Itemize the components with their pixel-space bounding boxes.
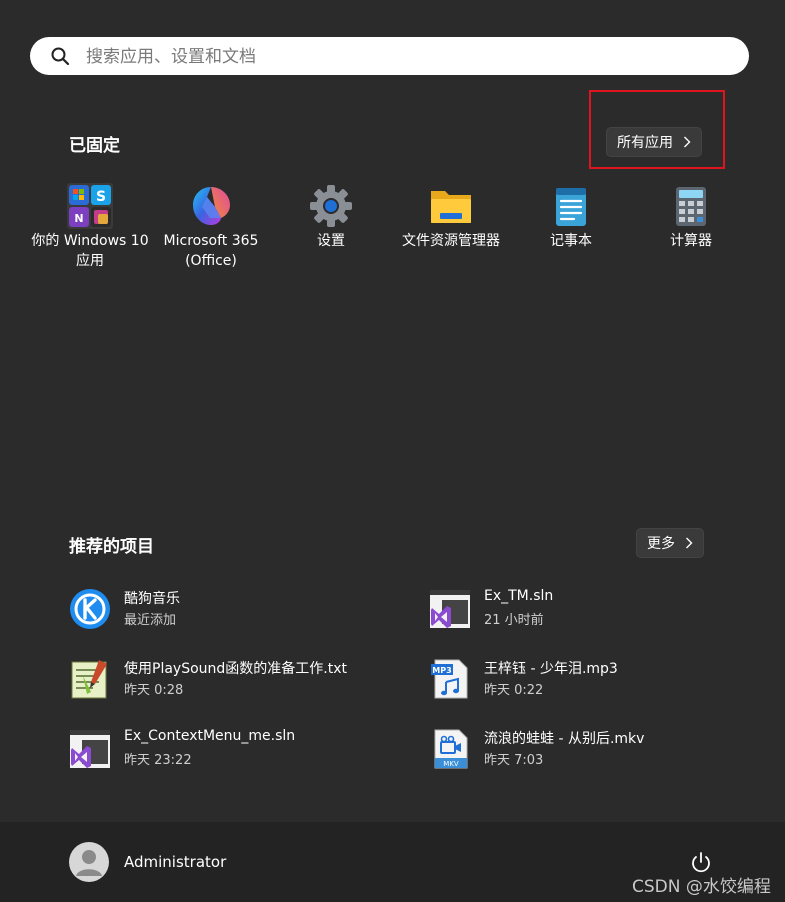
recommended-item-time: 最近添加 xyxy=(124,613,177,628)
recommended-item-kugou[interactable]: 酷狗音乐 最近添加 xyxy=(69,584,399,638)
pinned-app-label: 文件资源管理器 xyxy=(402,233,500,249)
pinned-app-calculator[interactable]: 计算器 xyxy=(631,183,751,251)
user-avatar[interactable] xyxy=(69,842,109,882)
user-icon xyxy=(76,850,102,876)
recommended-item-time: 昨天 7:03 xyxy=(484,753,544,768)
chevron-right-icon xyxy=(684,136,691,148)
pinned-app-microsoft-365[interactable]: Microsoft 365 (Office) xyxy=(151,183,271,271)
pinned-app-label: 设置 xyxy=(317,233,345,249)
text-file-icon xyxy=(71,660,107,699)
recommended-item-time: 昨天 0:28 xyxy=(124,683,184,698)
visual-studio-solution-icon xyxy=(70,730,110,768)
svg-text:MKV: MKV xyxy=(443,760,459,768)
recommended-item-time: 昨天 23:22 xyxy=(124,753,192,768)
recommended-item-time: 21 小时前 xyxy=(484,613,544,628)
windows-10-apps-icon: S N xyxy=(67,183,113,229)
visual-studio-solution-icon xyxy=(430,590,470,628)
recommended-item-ex-contextmenu-sln[interactable]: Ex_ContextMenu_me.sln 昨天 23:22 xyxy=(69,724,399,778)
pinned-app-label-line2: 应用 xyxy=(76,253,104,269)
microsoft-365-icon xyxy=(193,187,230,225)
csdn-watermark: CSDN @水饺编程 xyxy=(632,877,771,897)
start-footer: Administrator CSDN @水饺编程 xyxy=(0,822,785,902)
recommended-item-name: Ex_TM.sln xyxy=(484,588,554,604)
pinned-apps-grid: S N 你的 Windows 10 应用 Microsoft 365 (Offi… xyxy=(30,183,750,283)
file-explorer-icon xyxy=(431,191,471,223)
recommended-item-name: 王梓钰 - 少年泪.mp3 xyxy=(484,661,618,677)
svg-text:S: S xyxy=(96,189,106,205)
pinned-app-label-line2: (Office) xyxy=(185,253,237,269)
pinned-app-notepad[interactable]: 记事本 xyxy=(511,183,631,251)
all-apps-label: 所有应用 xyxy=(617,135,673,151)
notepad-icon xyxy=(556,188,586,226)
recommended-item-mp3[interactable]: MP3 王梓钰 - 少年泪.mp3 昨天 0:22 xyxy=(429,654,759,708)
pinned-app-settings[interactable]: 设置 xyxy=(271,183,391,251)
search-icon xyxy=(51,47,70,66)
more-label: 更多 xyxy=(647,536,675,552)
recommended-item-playsound-txt[interactable]: 使用PlaySound函数的准备工作.txt 昨天 0:28 xyxy=(69,654,399,708)
recommended-item-time: 昨天 0:22 xyxy=(484,683,544,698)
all-apps-button[interactable]: 所有应用 xyxy=(606,127,702,157)
search-box[interactable] xyxy=(30,37,749,75)
recommended-item-mkv[interactable]: MKV 流浪的蛙蛙 - 从别后.mkv 昨天 7:03 xyxy=(429,724,759,778)
pinned-app-label: 记事本 xyxy=(550,233,592,249)
mkv-file-icon: MKV xyxy=(434,729,468,769)
user-name[interactable]: Administrator xyxy=(124,853,226,871)
pinned-app-label: Microsoft 365 xyxy=(163,233,259,249)
more-button[interactable]: 更多 xyxy=(636,528,704,558)
pinned-app-label: 你的 Windows 10 xyxy=(31,233,149,249)
svg-text:N: N xyxy=(74,212,83,225)
recommended-item-ex-tm-sln[interactable]: Ex_TM.sln 21 小时前 xyxy=(429,584,759,638)
chevron-right-icon xyxy=(686,537,693,549)
settings-gear-icon xyxy=(310,185,352,227)
recommended-title: 推荐的项目 xyxy=(69,537,154,557)
recommended-item-name: 流浪的蛙蛙 - 从别后.mkv xyxy=(484,731,645,747)
pinned-app-windows-10-apps[interactable]: S N 你的 Windows 10 应用 xyxy=(30,183,150,271)
recommended-item-name: Ex_ContextMenu_me.sln xyxy=(124,728,296,744)
pinned-app-file-explorer[interactable]: 文件资源管理器 xyxy=(391,183,511,251)
recommended-item-name: 使用PlaySound函数的准备工作.txt xyxy=(124,661,347,677)
pinned-app-label: 计算器 xyxy=(670,233,712,249)
mp3-file-icon: MP3 xyxy=(431,659,468,699)
calculator-icon xyxy=(676,187,706,226)
kugou-music-icon xyxy=(70,589,110,629)
recommended-item-name: 酷狗音乐 xyxy=(124,591,180,607)
pinned-title: 已固定 xyxy=(69,136,120,156)
svg-text:MP3: MP3 xyxy=(432,666,451,675)
search-input[interactable] xyxy=(84,43,728,71)
